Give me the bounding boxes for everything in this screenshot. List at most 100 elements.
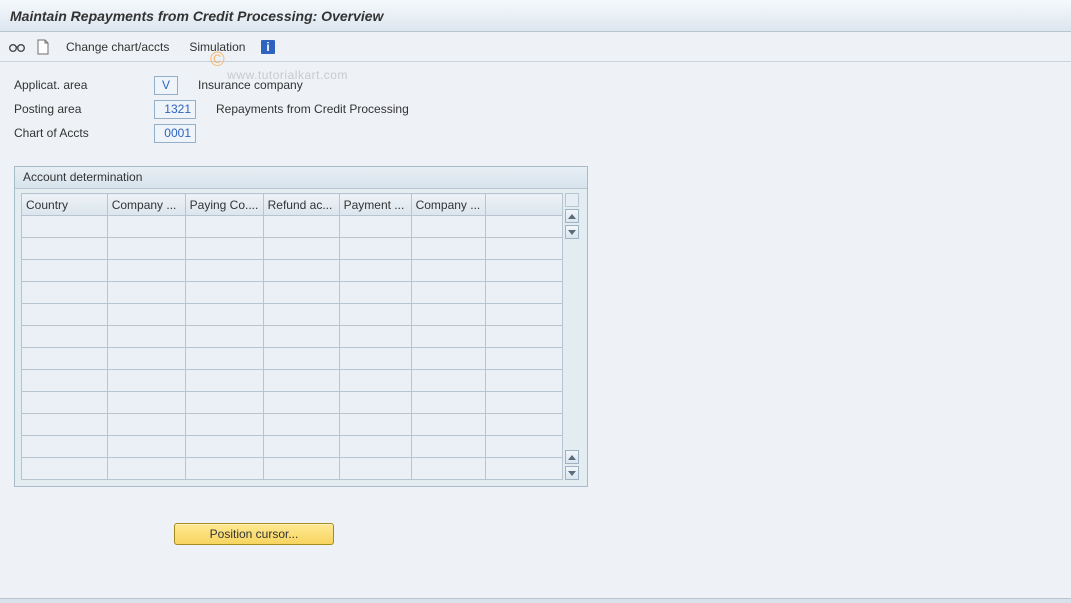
change-chart-accts-button[interactable]: Change chart/accts xyxy=(60,38,175,56)
scroll-down-button-2[interactable] xyxy=(565,466,579,480)
col-payment[interactable]: Payment ... xyxy=(339,194,411,216)
table-cell[interactable] xyxy=(107,282,185,304)
table-cell[interactable] xyxy=(22,216,108,238)
table-cell[interactable] xyxy=(485,392,562,414)
scroll-down-button[interactable] xyxy=(565,225,579,239)
table-cell[interactable] xyxy=(411,216,485,238)
col-paying-co[interactable]: Paying Co.... xyxy=(185,194,263,216)
table-cell[interactable] xyxy=(411,392,485,414)
table-cell[interactable] xyxy=(107,304,185,326)
table-cell[interactable] xyxy=(185,216,263,238)
table-row[interactable] xyxy=(22,238,563,260)
table-cell[interactable] xyxy=(411,436,485,458)
scroll-up-button-2[interactable] xyxy=(565,450,579,464)
table-cell[interactable] xyxy=(411,348,485,370)
table-cell[interactable] xyxy=(339,458,411,480)
table-cell[interactable] xyxy=(339,436,411,458)
table-cell[interactable] xyxy=(411,370,485,392)
table-cell[interactable] xyxy=(22,392,108,414)
table-cell[interactable] xyxy=(107,458,185,480)
table-cell[interactable] xyxy=(107,414,185,436)
table-cell[interactable] xyxy=(485,414,562,436)
table-cell[interactable] xyxy=(485,326,562,348)
table-cell[interactable] xyxy=(107,392,185,414)
account-determination-table[interactable]: Country Company ... Paying Co.... Refund… xyxy=(21,193,563,480)
table-cell[interactable] xyxy=(185,238,263,260)
table-cell[interactable] xyxy=(485,436,562,458)
table-cell[interactable] xyxy=(185,370,263,392)
table-row[interactable] xyxy=(22,458,563,480)
col-company-2[interactable]: Company ... xyxy=(411,194,485,216)
table-cell[interactable] xyxy=(263,326,339,348)
table-cell[interactable] xyxy=(411,458,485,480)
table-cell[interactable] xyxy=(339,238,411,260)
table-cell[interactable] xyxy=(411,260,485,282)
table-row[interactable] xyxy=(22,414,563,436)
table-cell[interactable] xyxy=(485,458,562,480)
position-cursor-button[interactable]: Position cursor... xyxy=(174,523,334,545)
table-cell[interactable] xyxy=(263,348,339,370)
table-row[interactable] xyxy=(22,260,563,282)
table-cell[interactable] xyxy=(485,238,562,260)
table-cell[interactable] xyxy=(185,414,263,436)
table-cell[interactable] xyxy=(22,238,108,260)
table-cell[interactable] xyxy=(185,436,263,458)
table-row[interactable] xyxy=(22,370,563,392)
table-row[interactable] xyxy=(22,436,563,458)
table-cell[interactable] xyxy=(263,458,339,480)
table-cell[interactable] xyxy=(339,370,411,392)
table-cell[interactable] xyxy=(339,348,411,370)
table-cell[interactable] xyxy=(185,392,263,414)
table-cell[interactable] xyxy=(22,458,108,480)
table-cell[interactable] xyxy=(485,304,562,326)
table-cell[interactable] xyxy=(263,370,339,392)
table-row[interactable] xyxy=(22,304,563,326)
table-cell[interactable] xyxy=(185,458,263,480)
table-cell[interactable] xyxy=(185,348,263,370)
table-cell[interactable] xyxy=(339,282,411,304)
table-cell[interactable] xyxy=(22,326,108,348)
table-cell[interactable] xyxy=(22,370,108,392)
table-cell[interactable] xyxy=(185,282,263,304)
table-cell[interactable] xyxy=(107,436,185,458)
table-cell[interactable] xyxy=(485,282,562,304)
table-cell[interactable] xyxy=(339,216,411,238)
table-cell[interactable] xyxy=(185,326,263,348)
table-row[interactable] xyxy=(22,326,563,348)
table-cell[interactable] xyxy=(339,304,411,326)
table-cell[interactable] xyxy=(411,326,485,348)
table-cell[interactable] xyxy=(339,260,411,282)
table-row[interactable] xyxy=(22,348,563,370)
table-cell[interactable] xyxy=(263,304,339,326)
table-cell[interactable] xyxy=(263,282,339,304)
table-cell[interactable] xyxy=(339,414,411,436)
table-cell[interactable] xyxy=(185,260,263,282)
table-cell[interactable] xyxy=(411,282,485,304)
table-cell[interactable] xyxy=(263,436,339,458)
table-cell[interactable] xyxy=(411,414,485,436)
table-cell[interactable] xyxy=(339,392,411,414)
table-cell[interactable] xyxy=(22,414,108,436)
table-cell[interactable] xyxy=(263,414,339,436)
table-cell[interactable] xyxy=(263,238,339,260)
table-cell[interactable] xyxy=(22,260,108,282)
table-cell[interactable] xyxy=(263,392,339,414)
table-cell[interactable] xyxy=(107,260,185,282)
table-cell[interactable] xyxy=(22,304,108,326)
table-cell[interactable] xyxy=(485,260,562,282)
table-cell[interactable] xyxy=(485,348,562,370)
col-country[interactable]: Country xyxy=(22,194,108,216)
col-refund-ac[interactable]: Refund ac... xyxy=(263,194,339,216)
info-icon[interactable]: i xyxy=(259,38,277,56)
table-cell[interactable] xyxy=(411,238,485,260)
table-cell[interactable] xyxy=(107,216,185,238)
posting-area-input[interactable] xyxy=(154,100,196,119)
glasses-icon[interactable] xyxy=(8,38,26,56)
chart-of-accts-input[interactable] xyxy=(154,124,196,143)
table-cell[interactable] xyxy=(107,370,185,392)
table-cell[interactable] xyxy=(22,348,108,370)
table-row[interactable] xyxy=(22,392,563,414)
table-cell[interactable] xyxy=(107,326,185,348)
table-cell[interactable] xyxy=(263,260,339,282)
new-page-icon[interactable] xyxy=(34,38,52,56)
